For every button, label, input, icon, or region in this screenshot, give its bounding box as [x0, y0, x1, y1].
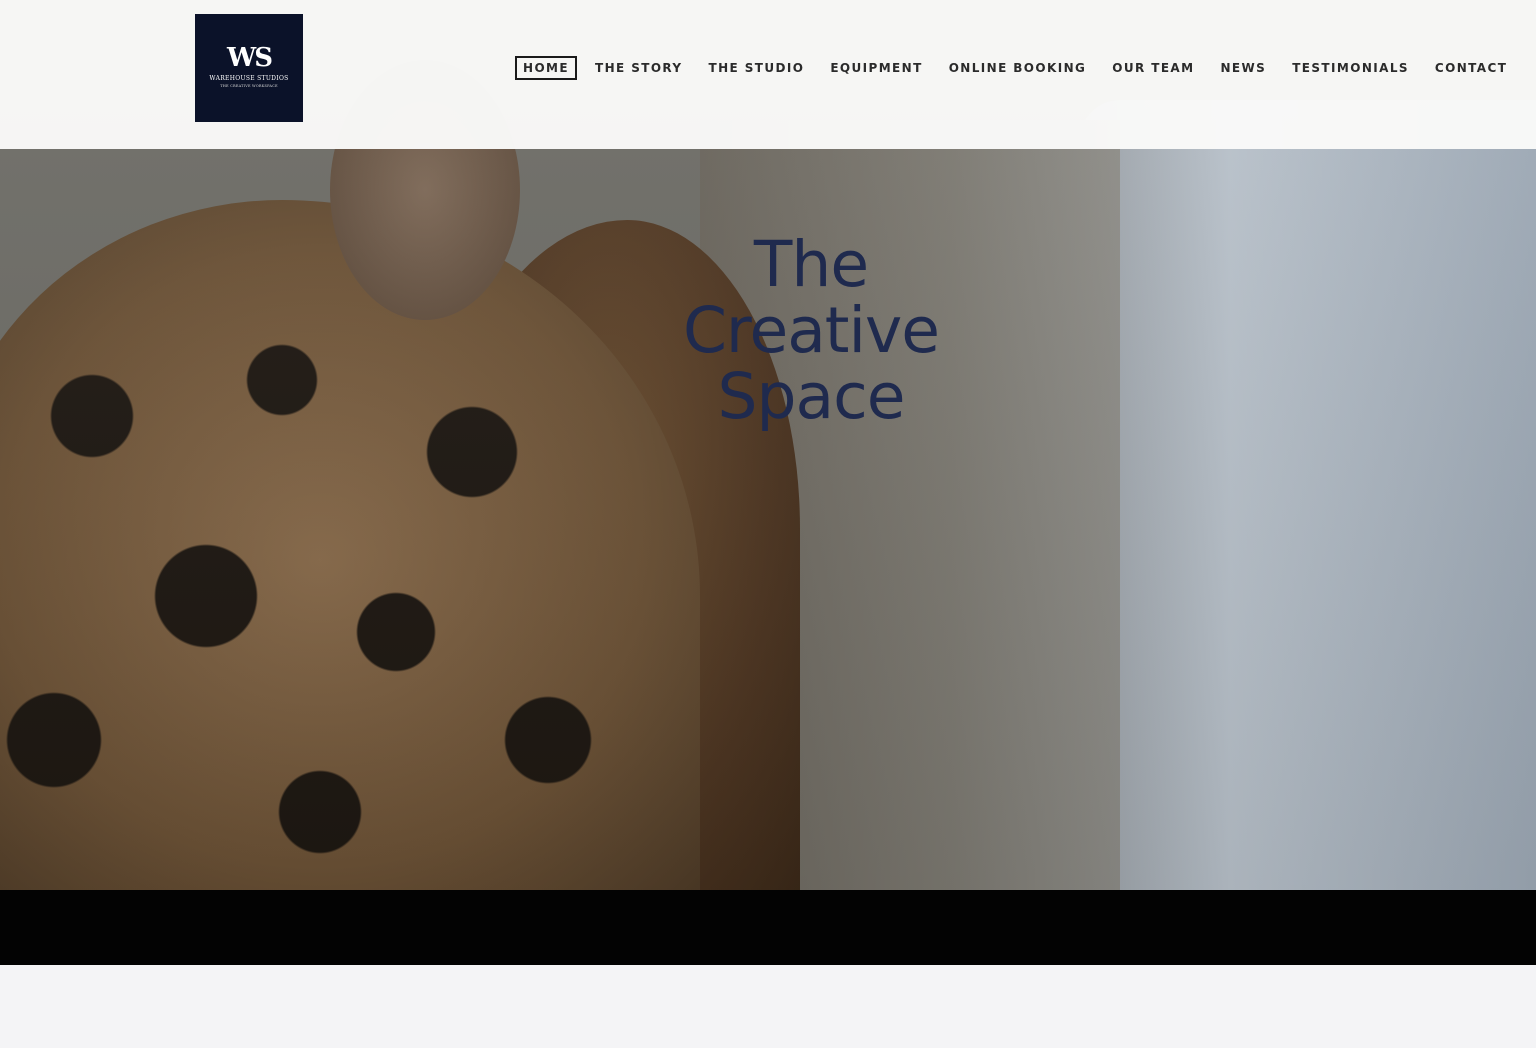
nav-item-online-booking[interactable]: ONLINE BOOKING — [941, 56, 1095, 80]
nav-item-the-story[interactable]: THE STORY — [587, 56, 691, 80]
main-nav: HOME THE STORY THE STUDIO EQUIPMENT ONLI… — [515, 56, 1525, 80]
logo-name: WAREHOUSE STUDIOS — [209, 74, 289, 82]
site-logo[interactable]: WS WAREHOUSE STUDIOS THE CREATIVE WORKSP… — [195, 14, 303, 122]
site-header: WS WAREHOUSE STUDIOS THE CREATIVE WORKSP… — [0, 0, 1536, 149]
page: WS WAREHOUSE STUDIOS THE CREATIVE WORKSP… — [0, 0, 1536, 1048]
nav-item-news[interactable]: NEWS — [1212, 56, 1274, 80]
page-bottom-area — [0, 965, 1536, 1048]
hero-title-line: Creative — [682, 294, 940, 367]
nav-item-contact[interactable]: CONTACT — [1427, 56, 1515, 80]
hero-title: The Creative Space — [611, 232, 1011, 430]
nav-item-home[interactable]: HOME — [515, 56, 577, 80]
video-bottom-band — [0, 890, 1536, 965]
nav-item-our-team[interactable]: OUR TEAM — [1104, 56, 1202, 80]
logo-mark: WS — [227, 42, 273, 73]
hero-title-line: Space — [717, 360, 906, 433]
hero-title-line: The — [753, 228, 869, 301]
nav-item-equipment[interactable]: EQUIPMENT — [822, 56, 930, 80]
nav-item-the-studio[interactable]: THE STUDIO — [701, 56, 813, 80]
logo-tagline: THE CREATIVE WORKSPACE — [220, 83, 278, 88]
nav-item-testimonials[interactable]: TESTIMONIALS — [1284, 56, 1417, 80]
